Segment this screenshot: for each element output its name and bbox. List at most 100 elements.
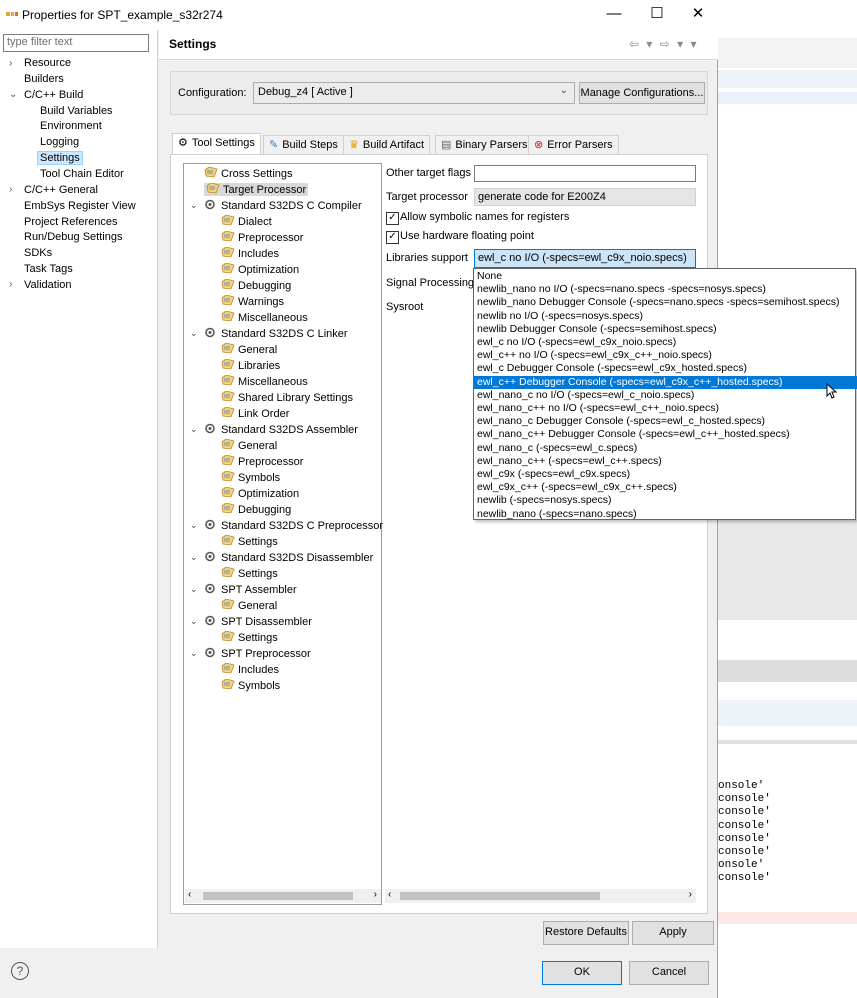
- chevron-down-icon[interactable]: ⌄: [190, 200, 198, 211]
- libraries-support-select[interactable]: ewl_c no I/O (-specs=ewl_c9x_noio.specs): [474, 249, 696, 268]
- tree-group-disassembler[interactable]: Standard S32DS Disassembler: [204, 551, 373, 564]
- dropdown-option[interactable]: newlib_nano Debugger Console (-specs=nan…: [474, 296, 857, 309]
- nav-item-builders[interactable]: Builders: [24, 73, 64, 85]
- tree-item-dialect[interactable]: Dialect: [221, 214, 272, 228]
- chevron-down-icon[interactable]: ⌄: [190, 616, 198, 627]
- configuration-select[interactable]: Debug_z4 [ Active ] ⌄: [253, 82, 575, 104]
- tree-group-spt-assembler[interactable]: SPT Assembler: [204, 583, 297, 596]
- dropdown-option[interactable]: newlib (-specs=nosys.specs): [474, 494, 857, 507]
- dropdown-option[interactable]: ewl_nano_c++ no I/O (-specs=ewl_c++_noio…: [474, 402, 857, 415]
- hardware-fp-checkbox[interactable]: ✓: [386, 231, 399, 244]
- fields-horizontal-scrollbar[interactable]: ‹ ›: [385, 889, 696, 903]
- minimize-button[interactable]: —: [594, 0, 634, 30]
- chevron-down-icon[interactable]: ⌄: [190, 648, 198, 659]
- tree-item-warnings[interactable]: Warnings: [221, 294, 284, 308]
- tree-horizontal-scrollbar[interactable]: ‹ ›: [185, 889, 381, 903]
- nav-item-validation[interactable]: Validation: [24, 279, 72, 291]
- chevron-down-icon[interactable]: ⌄: [190, 424, 198, 435]
- nav-item-sdks[interactable]: SDKs: [24, 247, 52, 259]
- tree-item-optimization[interactable]: Optimization: [221, 262, 299, 276]
- nav-item-project-references[interactable]: Project References: [24, 216, 118, 228]
- tree-item-settings[interactable]: Settings: [221, 566, 278, 580]
- tree-item-settings[interactable]: Settings: [221, 630, 278, 644]
- tree-item-miscellaneous[interactable]: Miscellaneous: [221, 374, 308, 388]
- tree-group-c-preprocessor[interactable]: Standard S32DS C Preprocessor: [204, 519, 383, 532]
- tree-item-libraries[interactable]: Libraries: [221, 358, 280, 372]
- tree-group-c-compiler[interactable]: Standard S32DS C Compiler: [204, 199, 362, 212]
- dropdown-option[interactable]: ewl_nano_c (-specs=ewl_c.specs): [474, 442, 857, 455]
- dropdown-option[interactable]: ewl_c Debugger Console (-specs=ewl_c9x_h…: [474, 362, 857, 375]
- scroll-thumb[interactable]: [203, 892, 353, 900]
- nav-item-run-debug-settings[interactable]: Run/Debug Settings: [24, 231, 122, 243]
- dropdown-option[interactable]: newlib_nano no I/O (-specs=nano.specs -s…: [474, 283, 857, 296]
- nav-item-embsys-register-view[interactable]: EmbSys Register View: [24, 200, 136, 212]
- scroll-right-icon[interactable]: ›: [689, 889, 692, 900]
- ok-button[interactable]: OK: [542, 961, 622, 985]
- nav-item-tool-chain-editor[interactable]: Tool Chain Editor: [40, 168, 124, 180]
- dropdown-option[interactable]: ewl_c no I/O (-specs=ewl_c9x_noio.specs): [474, 336, 857, 349]
- nav-item-task-tags[interactable]: Task Tags: [24, 263, 73, 275]
- apply-button[interactable]: Apply: [632, 921, 714, 945]
- dropdown-option[interactable]: None: [474, 270, 857, 283]
- filter-input[interactable]: type filter text: [3, 34, 149, 52]
- tree-item-symbols[interactable]: Symbols: [221, 678, 280, 692]
- tree-item-preprocessor[interactable]: Preprocessor: [221, 454, 303, 468]
- dropdown-option[interactable]: ewl_nano_c++ (-specs=ewl_c++.specs): [474, 455, 857, 468]
- dropdown-option[interactable]: ewl_c9x (-specs=ewl_c9x.specs): [474, 468, 857, 481]
- chevron-down-icon[interactable]: ⌄: [190, 520, 198, 531]
- tree-item-preprocessor[interactable]: Preprocessor: [221, 230, 303, 244]
- history-nav-arrows[interactable]: ⇦ ▾ ⇨ ▾ ▾: [629, 37, 699, 51]
- dropdown-option[interactable]: ewl_nano_c no I/O (-specs=ewl_c_noio.spe…: [474, 389, 857, 402]
- scroll-right-icon[interactable]: ›: [374, 889, 377, 900]
- dropdown-option[interactable]: ewl_nano_c++ Debugger Console (-specs=ew…: [474, 428, 857, 441]
- maximize-button[interactable]: ☐: [637, 0, 677, 30]
- tree-item-general[interactable]: General: [221, 342, 277, 356]
- nav-item-resource[interactable]: Resource: [24, 57, 71, 69]
- dropdown-option[interactable]: ewl_nano_c Debugger Console (-specs=ewl_…: [474, 415, 857, 428]
- chevron-down-icon[interactable]: ⌄: [190, 584, 198, 595]
- tree-item-symbols[interactable]: Symbols: [221, 470, 280, 484]
- tree-item-general[interactable]: General: [221, 598, 277, 612]
- tree-item-includes[interactable]: Includes: [221, 246, 279, 260]
- nav-item-environment[interactable]: Environment: [40, 120, 102, 132]
- dropdown-option[interactable]: newlib Debugger Console (-specs=semihost…: [474, 323, 857, 336]
- scroll-thumb[interactable]: [400, 892, 600, 900]
- tree-item-cross-settings[interactable]: Cross Settings: [204, 166, 293, 180]
- other-target-flags-input[interactable]: [474, 165, 696, 182]
- nav-item-build-variables[interactable]: Build Variables: [40, 105, 113, 117]
- dropdown-option[interactable]: newlib no I/O (-specs=nosys.specs): [474, 310, 857, 323]
- scroll-left-icon[interactable]: ‹: [188, 889, 191, 900]
- dropdown-option[interactable]: newlib_nano (-specs=nano.specs): [474, 508, 857, 521]
- dropdown-option[interactable]: ewl_c++ no I/O (-specs=ewl_c9x_c++_noio.…: [474, 349, 857, 362]
- nav-item-logging[interactable]: Logging: [40, 136, 79, 148]
- tree-item-debugging[interactable]: Debugging: [221, 502, 291, 516]
- dropdown-option[interactable]: ewl_c++ Debugger Console (-specs=ewl_c9x…: [474, 375, 857, 389]
- chevron-right-icon[interactable]: ›: [9, 184, 12, 195]
- tree-group-spt-disassembler[interactable]: SPT Disassembler: [204, 615, 312, 628]
- tree-item-debugging[interactable]: Debugging: [221, 278, 291, 292]
- chevron-down-icon[interactable]: ⌄: [190, 552, 198, 563]
- dropdown-option[interactable]: ewl_c9x_c++ (-specs=ewl_c9x_c++.specs): [474, 481, 857, 494]
- tree-item-miscellaneous[interactable]: Miscellaneous: [221, 310, 308, 324]
- close-button[interactable]: ✕: [678, 0, 718, 30]
- nav-item-settings[interactable]: Settings: [37, 151, 83, 165]
- tree-group-assembler[interactable]: Standard S32DS Assembler: [204, 423, 358, 436]
- tree-item-includes[interactable]: Includes: [221, 662, 279, 676]
- manage-configurations-button[interactable]: Manage Configurations...: [579, 82, 705, 104]
- restore-defaults-button[interactable]: Restore Defaults: [543, 921, 629, 945]
- chevron-down-icon[interactable]: ⌄: [9, 89, 17, 100]
- help-icon[interactable]: ?: [11, 962, 29, 980]
- chevron-right-icon[interactable]: ›: [9, 58, 12, 69]
- chevron-right-icon[interactable]: ›: [9, 279, 12, 290]
- tree-group-c-linker[interactable]: Standard S32DS C Linker: [204, 327, 348, 340]
- nav-item-cpp-build[interactable]: C/C++ Build: [24, 89, 83, 101]
- tree-item-settings[interactable]: Settings: [221, 534, 278, 548]
- tree-item-link-order[interactable]: Link Order: [221, 406, 289, 420]
- allow-symbolic-checkbox[interactable]: ✓: [386, 212, 399, 225]
- nav-item-cpp-general[interactable]: C/C++ General: [24, 184, 98, 196]
- cancel-button[interactable]: Cancel: [629, 961, 709, 985]
- tree-item-target-processor[interactable]: Target Processor: [204, 182, 309, 196]
- scroll-left-icon[interactable]: ‹: [388, 889, 391, 900]
- chevron-down-icon[interactable]: ⌄: [190, 328, 198, 339]
- tree-item-shared-library-settings[interactable]: Shared Library Settings: [221, 390, 353, 404]
